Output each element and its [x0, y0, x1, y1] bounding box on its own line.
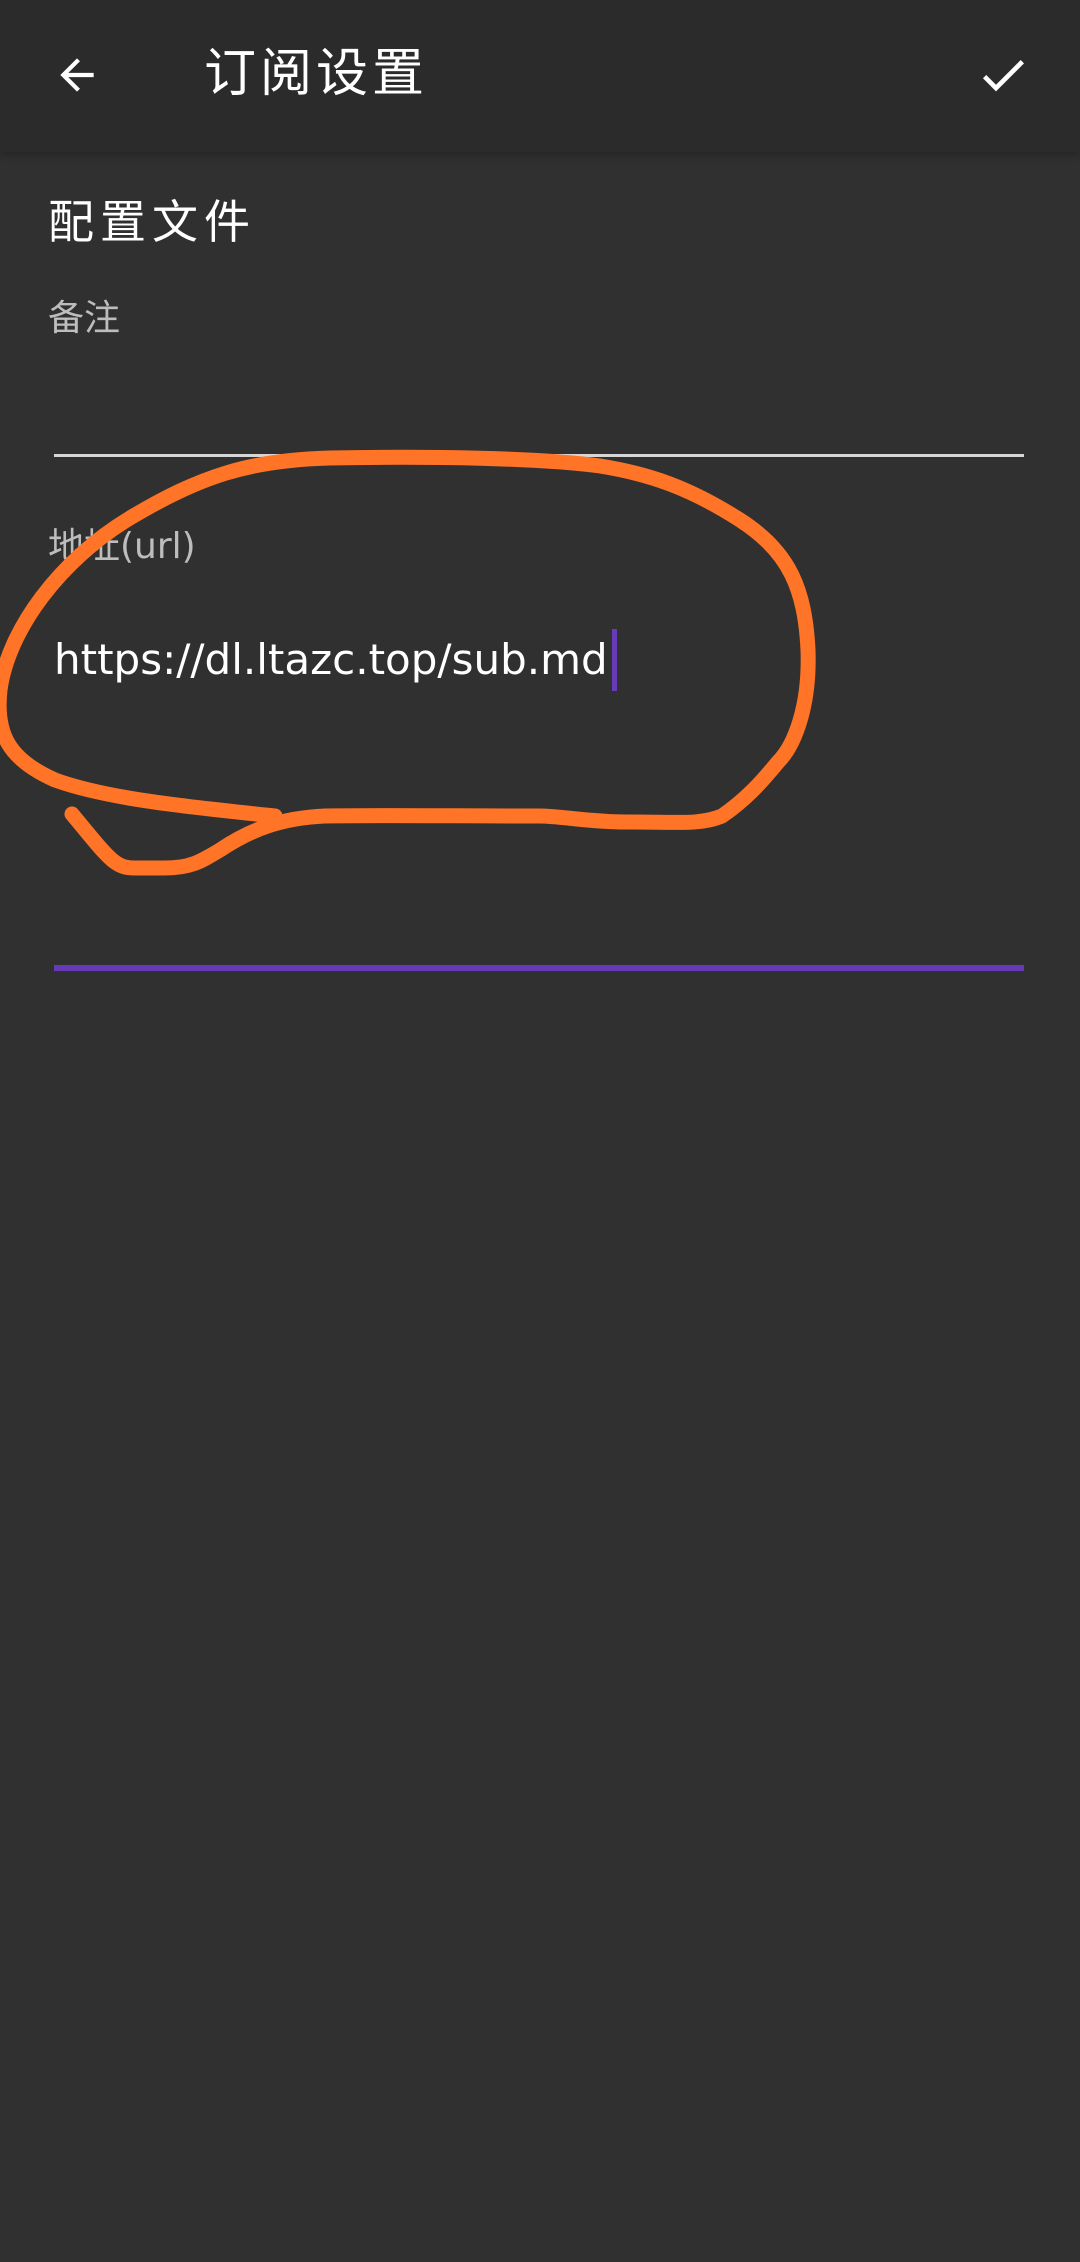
arrow-back-icon — [60, 58, 94, 92]
remark-underline — [54, 454, 1024, 457]
page-title: 订阅设置 — [204, 44, 429, 104]
subscription-settings-screen: 订阅设置 配置文件 备注 地址(url) https://dl.ltazc.to… — [0, 0, 1080, 2262]
check-icon — [982, 60, 1024, 92]
url-value: https://dl.ltazc.top/sub.md — [54, 635, 608, 684]
back-button[interactable] — [38, 36, 116, 114]
url-label: 地址(url) — [48, 526, 196, 567]
top-app-bar: 订阅设置 — [0, 0, 1080, 152]
section-title: 配置文件 — [48, 195, 256, 249]
save-button[interactable] — [964, 36, 1042, 114]
text-cursor — [611, 629, 617, 691]
hand-drawn-annotation — [0, 449, 816, 876]
url-underline — [54, 965, 1024, 971]
url-input[interactable]: https://dl.ltazc.top/sub.md — [54, 622, 1024, 698]
remark-label: 备注 — [48, 298, 121, 339]
remark-input[interactable] — [54, 360, 1024, 450]
